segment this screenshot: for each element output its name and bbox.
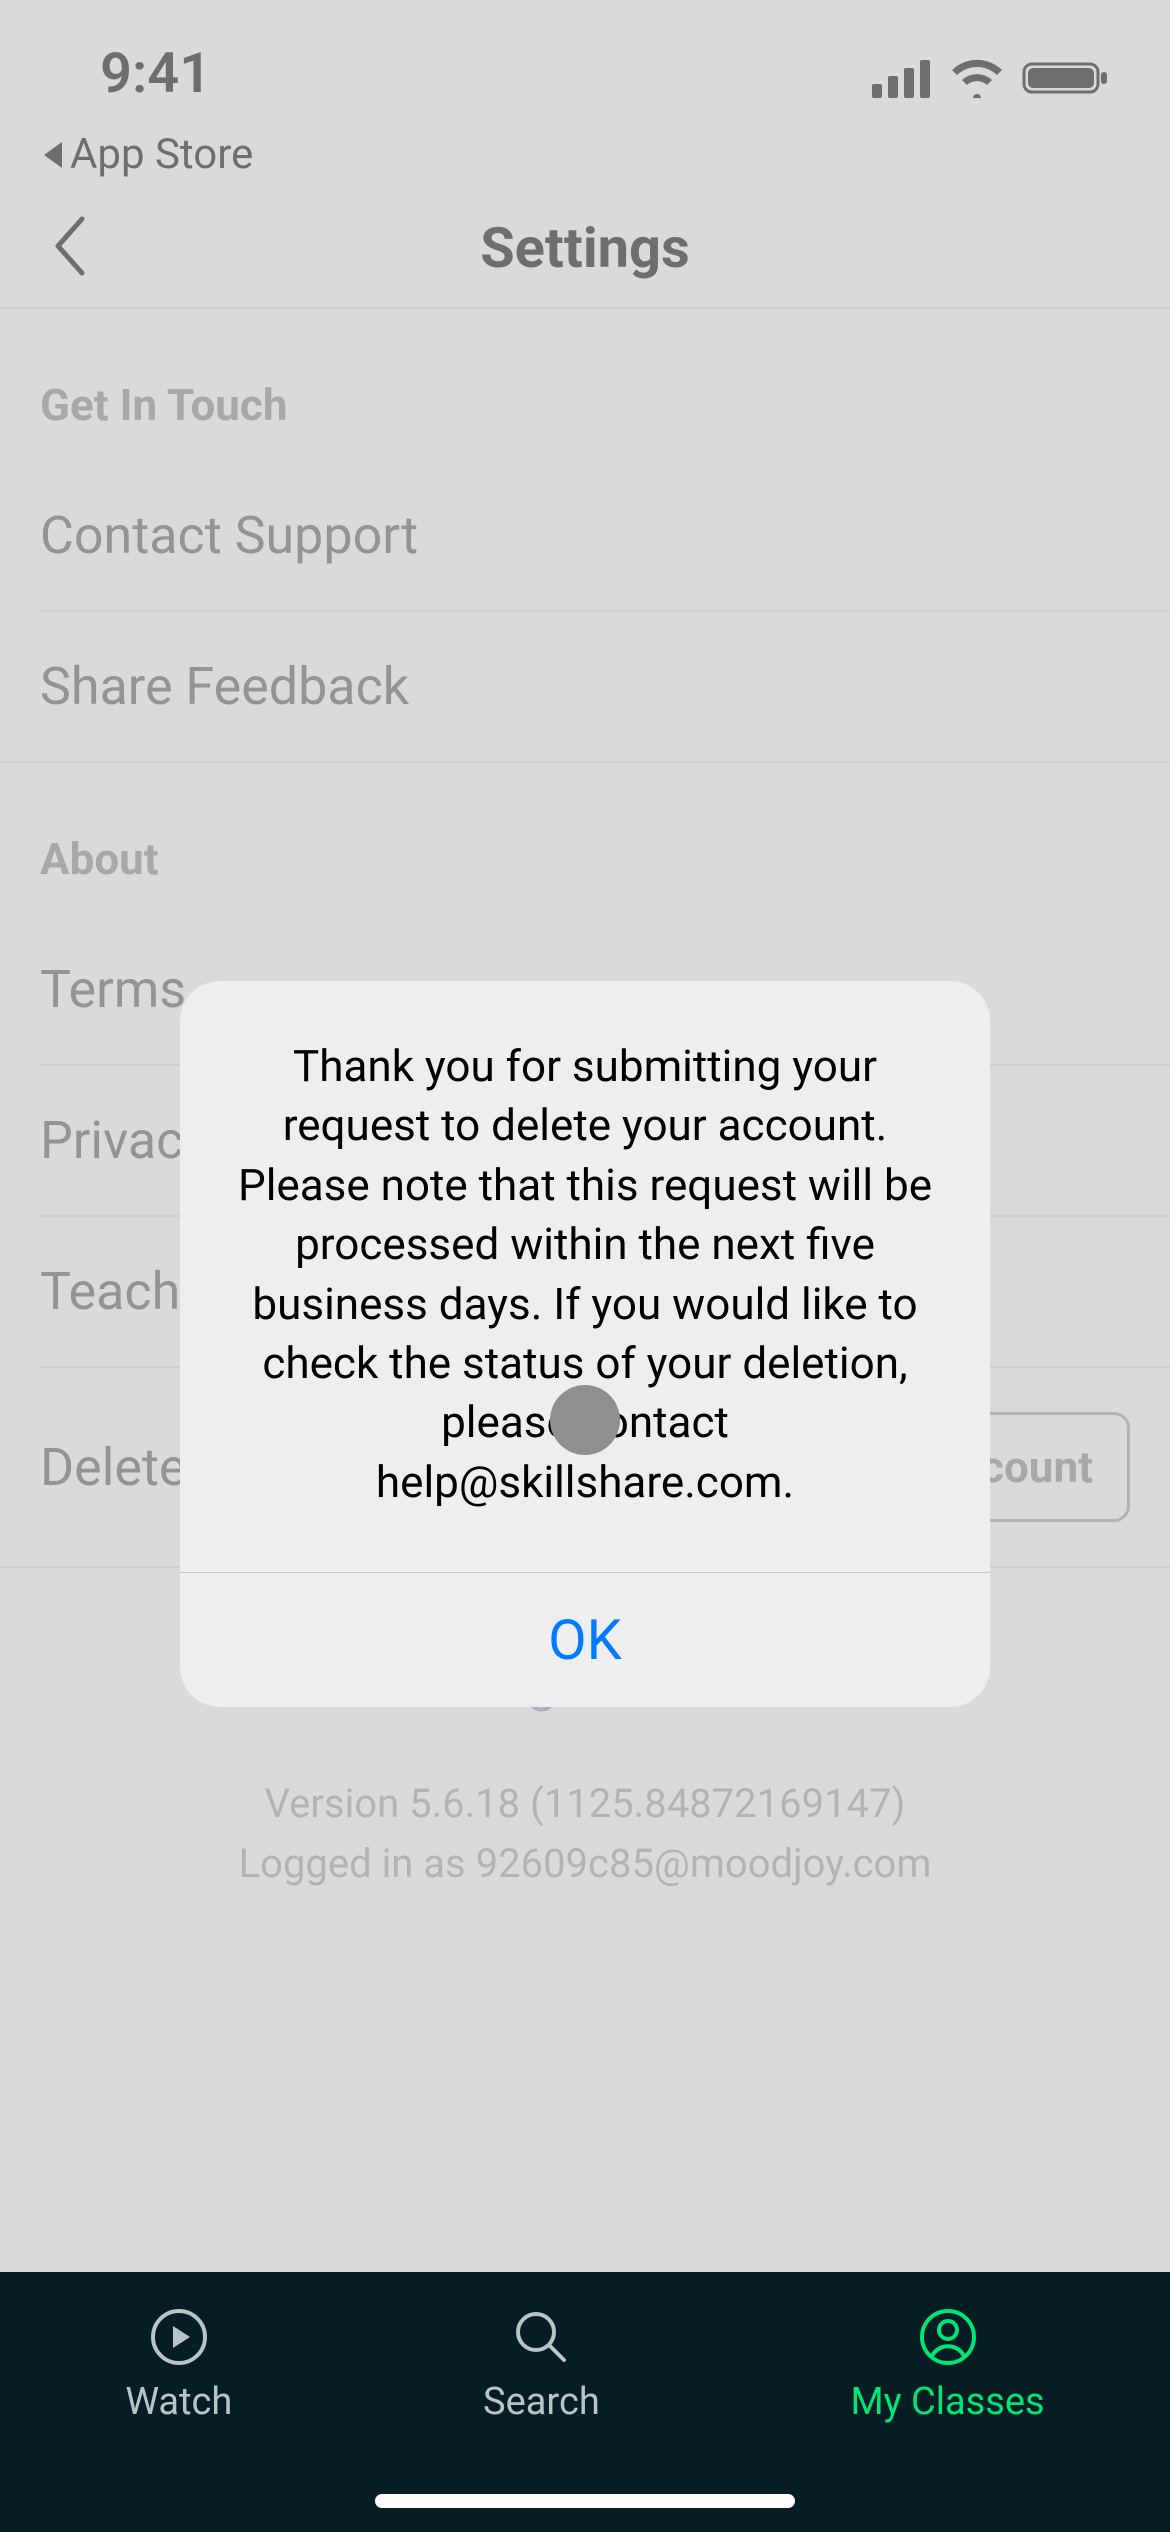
- back-app-label: App Store: [70, 130, 253, 179]
- version-line: Version 5.6.18 (1125.84872169147): [0, 1774, 1170, 1834]
- wifi-icon: [950, 58, 1004, 98]
- section-get-in-touch: Get In Touch: [0, 309, 1170, 461]
- row-share-feedback[interactable]: Share Feedback: [0, 612, 1170, 761]
- search-icon: [512, 2308, 570, 2366]
- logged-in-line: Logged in as 92609c85@moodjoy.com: [0, 1834, 1170, 1894]
- row-label: Terms: [40, 959, 186, 1020]
- row-label: Share Feedback: [40, 656, 409, 717]
- tab-watch[interactable]: Watch: [125, 2308, 232, 2424]
- tab-bar: Watch Search My Classes: [0, 2272, 1170, 2532]
- page-title: Settings: [480, 215, 690, 281]
- row-label: Contact Support: [40, 505, 418, 566]
- touch-indicator: [550, 1385, 620, 1455]
- tab-label: Watch: [125, 2380, 232, 2424]
- battery-icon: [1022, 58, 1110, 98]
- status-bar: 9:41: [0, 0, 1170, 130]
- person-circle-icon: [919, 2308, 977, 2366]
- tab-my-classes[interactable]: My Classes: [850, 2308, 1044, 2424]
- alert-ok-button[interactable]: OK: [180, 1573, 990, 1707]
- home-indicator[interactable]: [375, 2494, 795, 2508]
- section-about: About: [0, 763, 1170, 915]
- chevron-left-icon: [50, 213, 90, 279]
- alert-dialog: Thank you for submitting your request to…: [180, 981, 990, 1707]
- play-circle-icon: [150, 2308, 208, 2366]
- tab-label: Search: [483, 2380, 600, 2424]
- version-info: Version 5.6.18 (1125.84872169147) Logged…: [0, 1754, 1170, 1974]
- alert-message: Thank you for submitting your request to…: [180, 981, 990, 1573]
- tab-label: My Classes: [850, 2380, 1044, 2424]
- status-time: 9:41: [100, 40, 211, 106]
- cellular-icon: [872, 58, 932, 98]
- status-icons: [872, 40, 1110, 98]
- back-button[interactable]: [50, 213, 90, 283]
- row-contact-support[interactable]: Contact Support: [0, 461, 1170, 610]
- page-header: Settings: [0, 189, 1170, 309]
- tab-search[interactable]: Search: [483, 2308, 600, 2424]
- row-label: Teach: [40, 1261, 180, 1322]
- back-to-app[interactable]: App Store: [0, 130, 1170, 189]
- back-triangle-icon: [40, 140, 66, 170]
